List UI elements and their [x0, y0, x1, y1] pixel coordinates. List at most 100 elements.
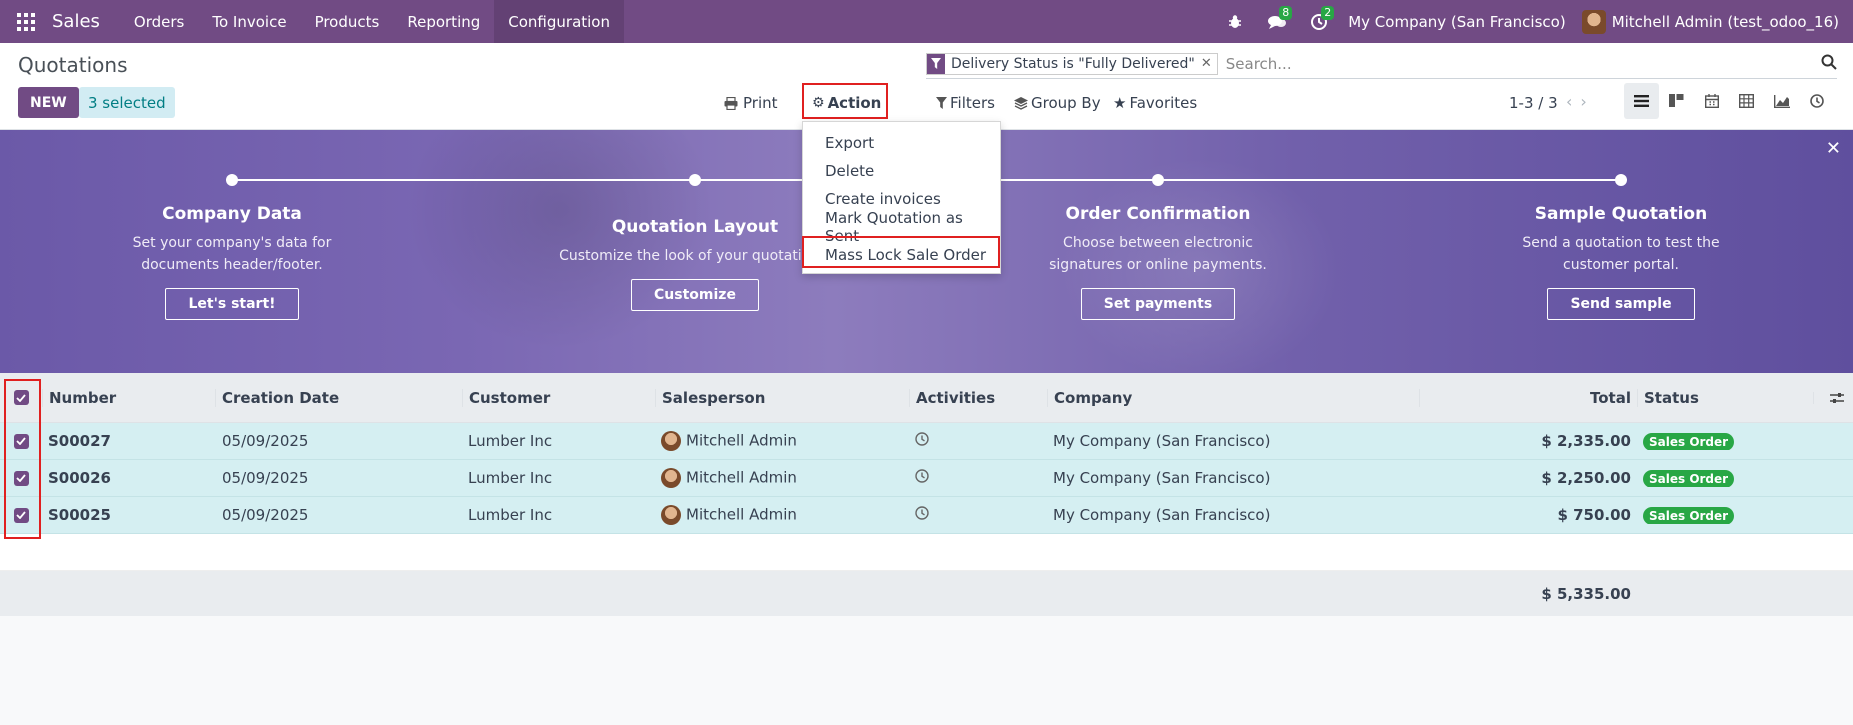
user-name: Mitchell Admin (test_odoo_16) [1611, 12, 1839, 31]
status-badge: Sales Order [1643, 433, 1735, 450]
chevron-right-icon[interactable]: › [1580, 92, 1594, 111]
total: $ 2,250.00 [1541, 469, 1631, 487]
set-payments-button[interactable]: Set payments [1080, 288, 1236, 320]
graph-view-icon[interactable] [1764, 83, 1799, 119]
menu-reporting[interactable]: Reporting [393, 0, 494, 43]
step-title: Sample Quotation [1534, 204, 1708, 224]
step-description: Set your company's data for documents he… [132, 235, 332, 273]
activities-icon[interactable]: 2 [1298, 0, 1340, 43]
group-by-label: Group By [1031, 94, 1101, 112]
creation-date: 05/09/2025 [222, 432, 309, 450]
header-salesperson[interactable]: Salesperson [655, 388, 909, 407]
view-switcher [1624, 83, 1834, 119]
close-icon[interactable]: ✕ [1826, 138, 1841, 159]
creation-date: 05/09/2025 [222, 469, 309, 487]
lets-start-button[interactable]: Let's start! [165, 288, 299, 320]
salesperson-name: Mitchell Admin [686, 468, 797, 487]
salesperson-name: Mitchell Admin [686, 431, 797, 450]
apps-menu-icon[interactable] [0, 0, 52, 43]
menu-orders[interactable]: Orders [120, 0, 198, 43]
avatar [661, 505, 681, 525]
pager-value[interactable]: 1-3 / 3 [1509, 94, 1558, 112]
menu-item-export[interactable]: Export [803, 129, 1000, 157]
header-total[interactable]: Total [1419, 388, 1637, 407]
filters-button[interactable]: Filters [936, 89, 995, 117]
step-dot [689, 174, 701, 186]
company-switcher[interactable]: My Company (San Francisco) [1340, 13, 1581, 31]
chevron-left-icon[interactable]: ‹ [1566, 92, 1580, 111]
filters-label: Filters [950, 94, 995, 112]
header-company[interactable]: Company [1047, 388, 1419, 407]
empty-row [0, 534, 1853, 571]
order-number: S00025 [48, 506, 111, 524]
menu-item-delete[interactable]: Delete [803, 157, 1000, 185]
total: $ 750.00 [1557, 506, 1631, 524]
header-number[interactable]: Number [42, 388, 215, 407]
checkbox-column-highlight-box [4, 379, 41, 539]
step-dot [1152, 174, 1164, 186]
menu-configuration[interactable]: Configuration [494, 0, 624, 43]
favorites-label: Favorites [1129, 94, 1198, 112]
table-row[interactable]: S00025 05/09/2025 Lumber Inc Mitchell Ad… [0, 497, 1853, 534]
search-icon[interactable] [1821, 54, 1837, 70]
facet-remove-icon[interactable]: ✕ [1201, 54, 1217, 74]
send-sample-button[interactable]: Send sample [1547, 288, 1695, 320]
total: $ 2,335.00 [1541, 432, 1631, 450]
bug-icon[interactable] [1214, 0, 1256, 43]
table-footer: $ 5,335.00 [0, 571, 1853, 616]
header-creation-date[interactable]: Creation Date [215, 388, 462, 407]
menu-products[interactable]: Products [301, 0, 394, 43]
list-view-icon[interactable] [1624, 83, 1659, 119]
pivot-view-icon[interactable] [1729, 83, 1764, 119]
page-title: Quotations [18, 53, 128, 77]
avatar [661, 431, 681, 451]
calendar-view-icon[interactable] [1694, 83, 1729, 119]
header-status[interactable]: Status [1637, 388, 1813, 407]
app-name[interactable]: Sales [52, 11, 100, 32]
group-by-button[interactable]: Group By [1014, 89, 1101, 117]
customer: Lumber Inc [468, 506, 553, 524]
new-button[interactable]: NEW [18, 87, 79, 118]
customer: Lumber Inc [468, 432, 553, 450]
header-activities[interactable]: Activities [909, 388, 1047, 407]
salesperson: Mitchell Admin [655, 505, 909, 525]
layers-icon [1014, 96, 1028, 110]
messages-icon[interactable]: 8 [1256, 0, 1298, 43]
filter-icon [936, 97, 947, 109]
activity-clock-icon[interactable] [909, 469, 1047, 487]
print-button[interactable]: Print [724, 89, 778, 117]
step-sample-quotation: Sample Quotation Send a quotation to tes… [1471, 204, 1771, 320]
step-dot [1615, 174, 1627, 186]
optional-columns-icon[interactable] [1813, 391, 1853, 404]
top-navbar: Sales Orders To Invoice Products Reporti… [0, 0, 1853, 43]
user-menu[interactable]: Mitchell Admin (test_odoo_16) [1581, 9, 1853, 34]
filter-icon [927, 53, 945, 74]
menu-to-invoice[interactable]: To Invoice [198, 0, 300, 43]
activity-view-icon[interactable] [1799, 83, 1834, 119]
facet-value: Delivery Status is "Fully Delivered" [951, 55, 1195, 72]
step-description: Send a quotation to test the customer po… [1522, 235, 1720, 273]
favorites-button[interactable]: ★ Favorites [1113, 89, 1197, 117]
header-customer[interactable]: Customer [462, 388, 655, 407]
customize-button[interactable]: Customize [631, 279, 759, 311]
step-description: Customize the look of your quotations. [559, 248, 831, 264]
order-number: S00026 [48, 469, 111, 487]
grand-total: $ 5,335.00 [1541, 584, 1631, 603]
selection-count[interactable]: 3 selected [79, 87, 175, 118]
kanban-view-icon[interactable] [1659, 83, 1694, 119]
avatar [661, 468, 681, 488]
search-bar: Delivery Status is "Fully Delivered" ✕ S… [926, 49, 1837, 79]
salesperson: Mitchell Admin [655, 431, 909, 451]
table-row[interactable]: S00027 05/09/2025 Lumber Inc Mitchell Ad… [0, 423, 1853, 460]
status-badge: Sales Order [1643, 507, 1735, 524]
company: My Company (San Francisco) [1053, 469, 1271, 487]
star-icon: ★ [1113, 94, 1127, 112]
user-avatar [1581, 9, 1606, 34]
control-panel: Quotations NEW 3 selected Print ⚙ Action… [0, 43, 1853, 130]
activity-clock-icon[interactable] [909, 506, 1047, 524]
search-input[interactable]: Search... [1226, 55, 1292, 73]
table-row[interactable]: S00026 05/09/2025 Lumber Inc Mitchell Ad… [0, 460, 1853, 497]
status-badge: Sales Order [1643, 470, 1735, 487]
salesperson-name: Mitchell Admin [686, 505, 797, 524]
activity-clock-icon[interactable] [909, 432, 1047, 450]
